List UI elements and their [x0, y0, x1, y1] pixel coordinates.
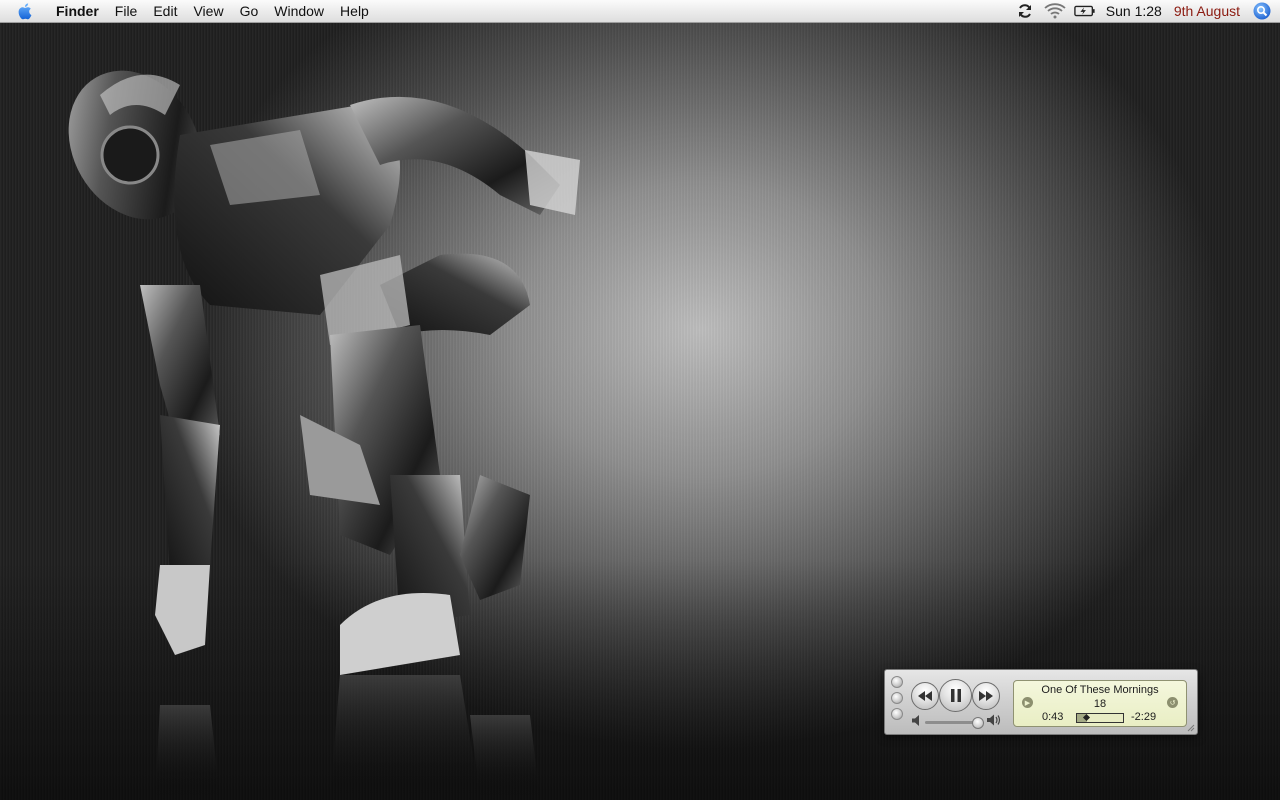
snapback-icon[interactable]: ↺: [1167, 697, 1178, 708]
apple-icon: [18, 3, 32, 20]
sync-icon[interactable]: [1014, 0, 1036, 22]
minimize-button[interactable]: [891, 692, 903, 704]
volume-low-icon: [912, 715, 919, 726]
menu-clock[interactable]: Sun 1:28: [1106, 3, 1162, 19]
rewind-icon: [918, 691, 932, 701]
menu-bar: Finder File Edit View Go Window Help Sun…: [0, 0, 1280, 23]
play-pause-button[interactable]: [939, 679, 972, 712]
menu-file[interactable]: File: [107, 0, 146, 22]
remaining-time: -2:29: [1131, 711, 1157, 723]
menu-extras: Sun 1:28 9th August: [1006, 0, 1272, 22]
menu-edit[interactable]: Edit: [145, 0, 185, 22]
next-track-button[interactable]: [972, 682, 1000, 710]
volume-slider-knob[interactable]: [972, 717, 984, 729]
menu-window[interactable]: Window: [266, 0, 332, 22]
wifi-icon[interactable]: [1044, 0, 1066, 22]
menu-go[interactable]: Go: [232, 0, 267, 22]
volume-high-icon: [987, 714, 1001, 726]
menu-help[interactable]: Help: [332, 0, 377, 22]
itunes-mini-player[interactable]: ▶ One Of These Mornings 18 0:43 -2:29 ↺: [884, 669, 1198, 735]
track-number: 18: [1093, 698, 1107, 710]
elapsed-time: 0:43: [1042, 711, 1064, 723]
song-title: One Of These Mornings: [1041, 684, 1159, 696]
robot-figure-image: [68, 70, 580, 800]
fast-forward-icon: [979, 691, 993, 701]
resize-grip-icon[interactable]: [1187, 724, 1195, 732]
menu-date[interactable]: 9th August: [1174, 3, 1240, 19]
now-playing-display: ▶ One Of These Mornings 18 0:43 -2:29 ↺: [1013, 680, 1187, 727]
battery-icon[interactable]: [1073, 0, 1096, 22]
menu-view[interactable]: View: [185, 0, 231, 22]
zoom-button[interactable]: [891, 708, 903, 720]
spotlight-button[interactable]: [1252, 1, 1272, 21]
pause-icon: [950, 689, 961, 702]
previous-track-button[interactable]: [911, 682, 939, 710]
volume-slider-track[interactable]: [925, 721, 977, 724]
apple-menu[interactable]: [14, 0, 38, 22]
spotlight-icon: [1253, 2, 1271, 20]
menu-finder[interactable]: Finder: [48, 0, 107, 22]
close-button[interactable]: [891, 676, 903, 688]
progress-bar[interactable]: [1076, 713, 1124, 723]
